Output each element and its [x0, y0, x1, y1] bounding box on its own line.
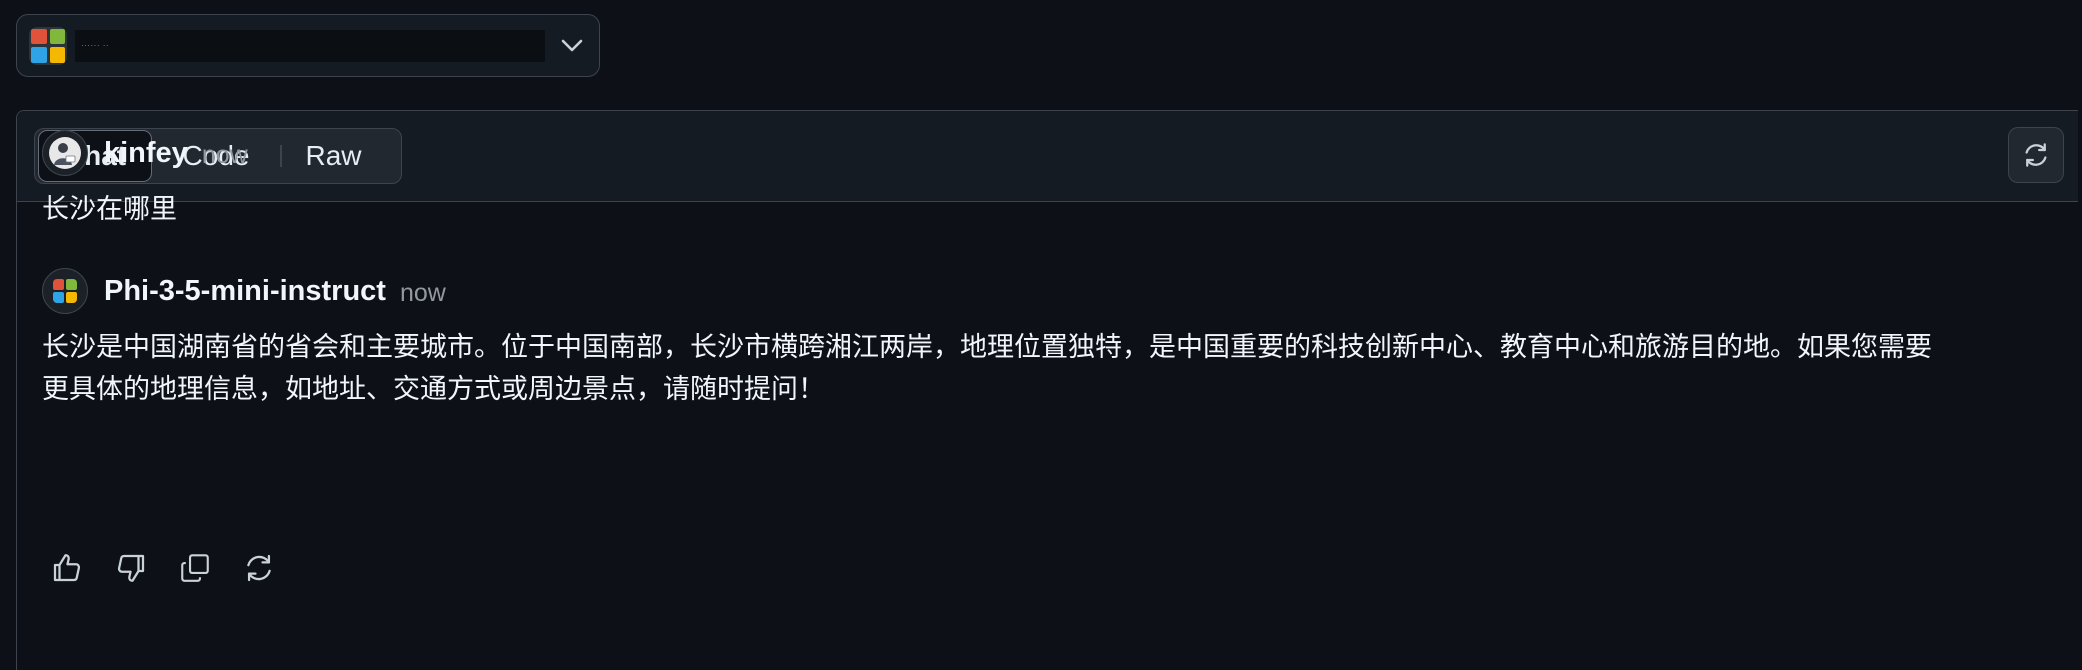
message-time: now	[399, 278, 446, 307]
tab-raw[interactable]: Raw	[282, 130, 386, 182]
message-author[interactable]: kinfey	[104, 137, 188, 170]
thumbs-up-button[interactable]	[42, 545, 92, 591]
message-time: now	[201, 140, 248, 169]
copy-button[interactable]	[170, 545, 220, 591]
refresh-button[interactable]	[2008, 127, 2064, 183]
assistant-avatar	[42, 268, 88, 314]
microsoft-logo-icon	[53, 279, 77, 303]
chevron-down-icon[interactable]	[557, 31, 587, 61]
thumbs-down-icon	[117, 554, 145, 582]
panel-header: Chat Code Raw	[17, 111, 2078, 202]
message-text-line: 长沙是中国湖南省的省会和主要城市。位于中国南部，长沙市横跨湘江两岸，地理位置独特…	[42, 332, 1932, 363]
copy-icon	[181, 554, 209, 582]
model-name-value: ······ ··	[75, 29, 545, 62]
message-text: 长沙在哪里	[42, 194, 177, 225]
thumbs-up-icon	[53, 554, 81, 582]
message-actions	[42, 545, 284, 591]
model-selector[interactable]: ······ ··	[16, 14, 600, 77]
regenerate-button[interactable]	[234, 545, 284, 591]
refresh-icon	[2025, 143, 2047, 167]
chat-message-assistant: Phi-3-5-mini-instruct now 长沙是中国湖南省的省会和主要…	[42, 267, 2042, 411]
chat-message-user: kinfey now 长沙在哪里	[42, 129, 248, 231]
regenerate-icon	[247, 554, 271, 582]
thumbs-down-button[interactable]	[106, 545, 156, 591]
message-author[interactable]: Phi-3-5-mini-instruct	[104, 275, 386, 308]
microsoft-logo-icon	[29, 26, 67, 65]
message-text-line: 更具体的地理信息，如地址、交通方式或周边景点，请随时提问！	[42, 374, 825, 405]
message-text: 长沙是中国湖南省的省会和主要城市。位于中国南部，长沙市横跨湘江两岸，地理位置独特…	[42, 327, 2032, 411]
user-avatar	[42, 130, 88, 176]
